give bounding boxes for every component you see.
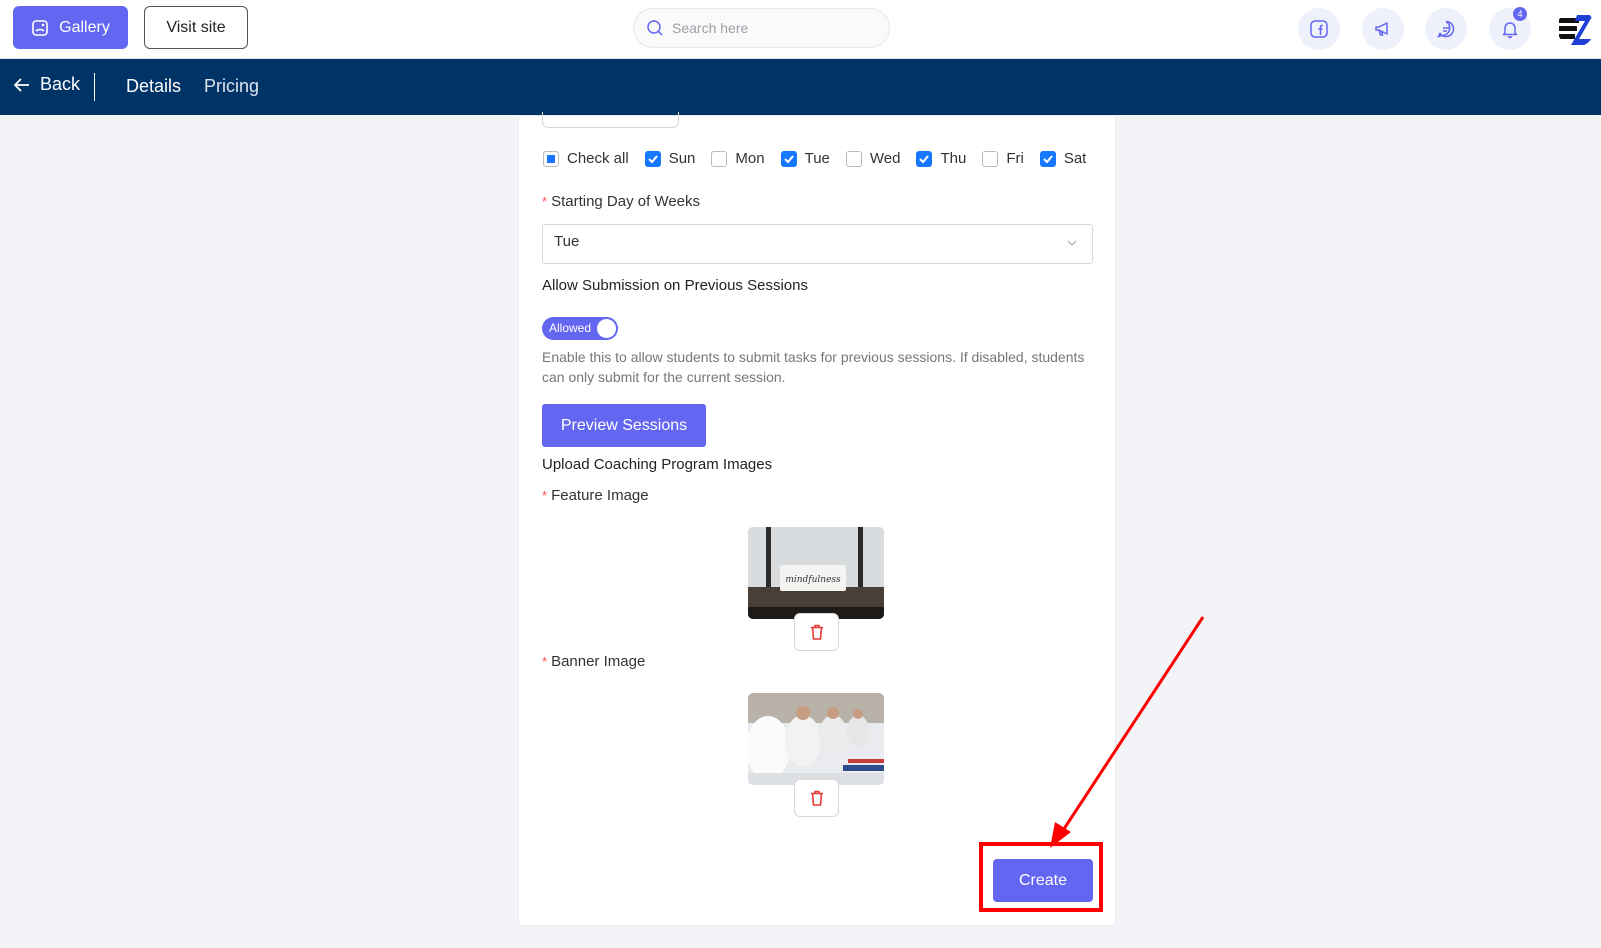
starting-day-value: Tue	[554, 233, 580, 250]
feature-image-thumbnail: mindfulness	[748, 527, 884, 619]
delete-banner-image-button[interactable]	[794, 779, 839, 817]
trash-icon	[810, 624, 823, 640]
tab-details[interactable]: Details	[126, 76, 181, 97]
checkbox-mon[interactable]: Mon	[711, 150, 765, 167]
form-card: Check all Sun Mon Tue Wed Thu Fri Sat * S…	[518, 112, 1116, 926]
checkbox-label: Sat	[1063, 150, 1087, 167]
checkbox-label: Thu	[940, 150, 967, 167]
allow-submission-title: Allow Submission on Previous Sessions	[542, 277, 808, 294]
announcement-button[interactable]	[1362, 8, 1404, 50]
check-icon	[647, 154, 658, 163]
visit-site-button[interactable]: Visit site	[144, 6, 248, 49]
feature-image-preview: mindfulness	[748, 527, 884, 619]
upload-images-title: Upload Coaching Program Images	[542, 456, 773, 473]
checkbox-box[interactable]	[845, 150, 862, 167]
trash-icon	[810, 790, 823, 806]
checkbox-tue[interactable]: Tue	[780, 150, 830, 167]
facebook-button[interactable]	[1298, 8, 1340, 50]
bell-icon	[1502, 22, 1518, 39]
checkbox-label: Wed	[869, 150, 901, 167]
banner-image-label: * Banner Image	[542, 653, 645, 670]
search-input[interactable]	[672, 20, 862, 36]
create-button-highlight	[979, 842, 1103, 912]
starting-day-select[interactable]: Tue	[542, 224, 1093, 264]
nav-bar: Back Details Pricing	[0, 59, 1601, 115]
facebook-icon	[1310, 20, 1328, 38]
checkbox-box[interactable]	[780, 150, 797, 167]
starting-day-label: * Starting Day of Weeks	[542, 193, 700, 210]
checkbox-check-all[interactable]: Check all	[543, 150, 629, 167]
avatar[interactable]	[1557, 9, 1595, 47]
feature-image-label: * Feature Image	[542, 487, 649, 504]
gallery-button[interactable]: Gallery	[13, 6, 128, 49]
feature-image-text: mindfulness	[785, 575, 841, 585]
toggle-knob	[597, 319, 616, 338]
chevron-down-icon	[1067, 240, 1077, 246]
brand-logo-icon	[1557, 9, 1595, 47]
gallery-icon	[32, 19, 48, 36]
checkbox-box[interactable]	[916, 150, 933, 167]
checkbox-box[interactable]	[1039, 150, 1056, 167]
required-mark: *	[542, 654, 548, 669]
allow-submission-help: Enable this to allow students to submit …	[542, 349, 1085, 385]
notifications-button[interactable]: 4	[1489, 7, 1531, 50]
checkbox-label: Check all	[567, 150, 629, 167]
banner-image-label-text: Banner Image	[551, 653, 646, 670]
toggle-label: Allowed	[549, 321, 592, 335]
gallery-button-label: Gallery	[59, 18, 110, 36]
previous-field-bottom[interactable]	[542, 112, 679, 128]
check-icon	[919, 154, 930, 163]
arrow-left-icon	[13, 77, 29, 92]
preview-sessions-button[interactable]: Preview Sessions	[542, 404, 706, 447]
megaphone-icon	[1375, 22, 1388, 36]
feature-image-label-text: Feature Image	[551, 487, 649, 504]
notification-badge: 4	[1513, 7, 1527, 21]
weekday-checkboxes: Check all Sun Mon Tue Wed Thu Fri Sat	[543, 150, 1102, 167]
checkbox-box[interactable]	[543, 150, 559, 167]
checkbox-label: Tue	[804, 150, 830, 167]
checkbox-wed[interactable]: Wed	[845, 150, 901, 167]
checkbox-label: Fri	[1006, 150, 1024, 167]
starting-day-label-text: Starting Day of Weeks	[551, 193, 701, 210]
checkbox-box[interactable]	[644, 150, 661, 167]
checkbox-sat[interactable]: Sat	[1039, 150, 1087, 167]
check-icon	[1043, 154, 1053, 163]
delete-feature-image-button[interactable]	[794, 613, 839, 651]
checkbox-label: Mon	[735, 150, 765, 167]
checkbox-thu[interactable]: Thu	[916, 150, 966, 167]
required-mark: *	[542, 488, 548, 503]
banner-image-preview	[748, 693, 884, 785]
allow-submission-toggle[interactable]: Allowed	[542, 317, 618, 340]
chat-button[interactable]	[1425, 8, 1467, 50]
top-bar: Gallery Visit site 4	[0, 0, 1601, 59]
nav-divider	[94, 73, 95, 101]
search-bar[interactable]	[633, 8, 890, 48]
chat-icon	[1437, 20, 1455, 38]
required-mark: *	[542, 194, 548, 209]
check-icon	[783, 154, 794, 163]
checkbox-box[interactable]	[982, 150, 999, 167]
back-label: Back	[40, 74, 81, 94]
checkbox-box[interactable]	[711, 150, 728, 167]
banner-image-thumbnail	[748, 693, 884, 785]
tab-pricing[interactable]: Pricing	[204, 76, 259, 97]
checkbox-sun[interactable]: Sun	[644, 150, 696, 167]
search-icon	[647, 20, 663, 36]
checkbox-label: Sun	[668, 150, 696, 167]
checkbox-fri[interactable]: Fri	[982, 150, 1024, 167]
back-button[interactable]: Back	[12, 74, 80, 95]
